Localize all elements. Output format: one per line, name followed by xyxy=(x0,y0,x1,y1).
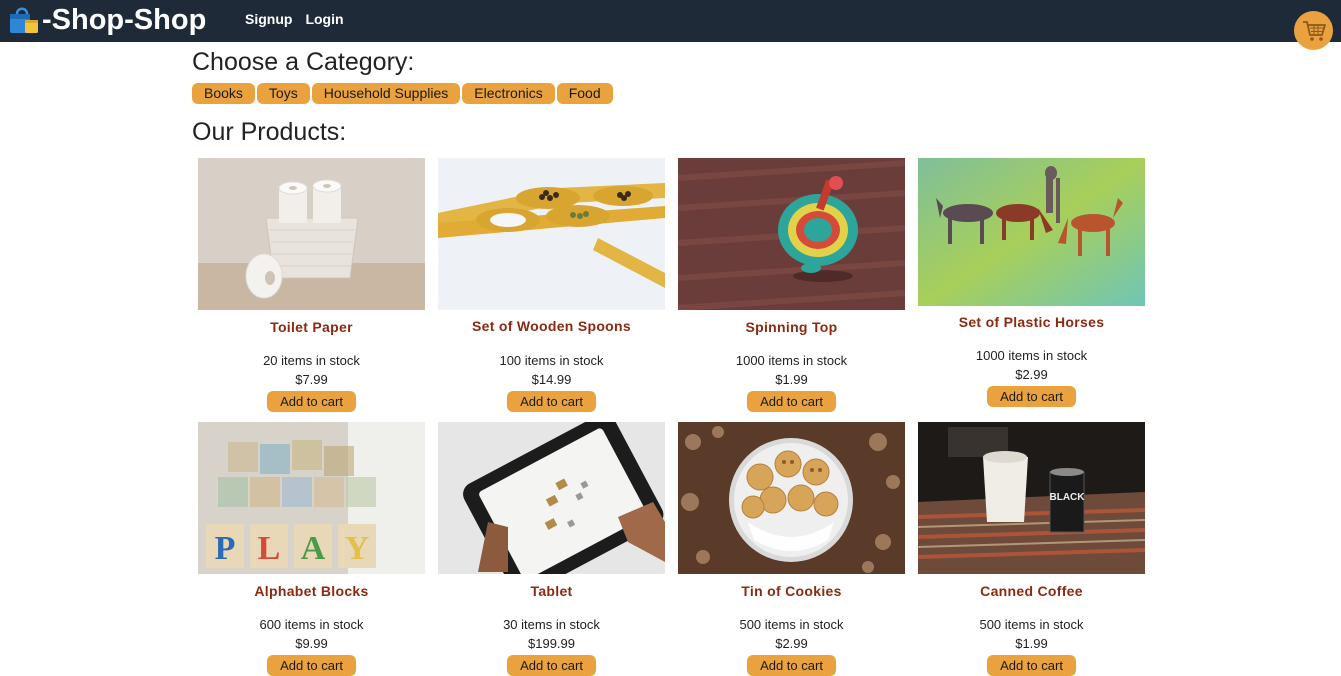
category-heading: Choose a Category: xyxy=(192,48,415,76)
product-card: Spinning Top 1000 items in stock $1.99 A… xyxy=(678,158,905,412)
navbar: -Shop-Shop Signup Login xyxy=(0,0,1341,42)
product-price: $9.99 xyxy=(295,636,328,651)
product-image-toilet-paper[interactable] xyxy=(198,158,425,310)
svg-text:L: L xyxy=(258,530,281,567)
svg-text:A: A xyxy=(301,530,326,567)
category-electronics-button[interactable]: Electronics xyxy=(462,83,555,104)
shopping-cart-icon xyxy=(1302,20,1326,41)
product-name[interactable]: Toilet Paper xyxy=(198,319,425,335)
product-name[interactable]: Tin of Cookies xyxy=(678,583,905,599)
product-card: Set of Wooden Spoons 100 items in stock … xyxy=(438,158,665,412)
product-stock: 1000 items in stock xyxy=(975,348,1088,363)
add-to-cart-button[interactable]: Add to cart xyxy=(747,655,836,676)
category-household-supplies-button[interactable]: Household Supplies xyxy=(311,83,461,104)
product-card: P L A Y Alphabet Blocks 600 items in sto… xyxy=(198,422,425,676)
product-image-canned-coffee[interactable]: BLACK xyxy=(918,422,1145,574)
main-content: Choose a Category: Books Toys Household … xyxy=(192,42,1152,676)
product-price: $1.99 xyxy=(1015,636,1048,651)
svg-text:P: P xyxy=(215,530,236,567)
add-to-cart-button[interactable]: Add to cart xyxy=(747,391,836,412)
products-heading: Our Products: xyxy=(192,118,347,146)
brand[interactable]: -Shop-Shop xyxy=(8,3,206,37)
product-stock: 30 items in stock xyxy=(503,617,600,632)
add-to-cart-button[interactable]: Add to cart xyxy=(507,391,596,412)
product-name[interactable]: Spinning Top xyxy=(678,319,905,335)
product-stock: 20 items in stock xyxy=(263,353,360,368)
product-price: $199.99 xyxy=(528,636,575,651)
svg-text:Y: Y xyxy=(345,530,370,567)
product-price: $7.99 xyxy=(295,372,328,387)
product-stock: 600 items in stock xyxy=(259,617,364,632)
product-image-spinning-top[interactable] xyxy=(678,158,905,310)
product-name[interactable]: Set of Wooden Spoons xyxy=(438,318,665,334)
shopping-bag-icon xyxy=(10,7,38,33)
nav-links: Signup Login xyxy=(245,11,344,27)
product-price: $1.99 xyxy=(775,372,808,387)
add-to-cart-button[interactable]: Add to cart xyxy=(267,655,356,676)
product-image-wooden-spoons[interactable] xyxy=(438,158,665,310)
login-link[interactable]: Login xyxy=(305,11,343,27)
product-stock: 100 items in stock xyxy=(499,353,604,368)
product-price: $2.99 xyxy=(1015,367,1048,382)
category-books-button[interactable]: Books xyxy=(192,83,255,104)
product-name[interactable]: Tablet xyxy=(438,583,665,599)
product-card: Set of Plastic Horses 1000 items in stoc… xyxy=(918,158,1145,407)
product-card: Tin of Cookies 500 items in stock $2.99 … xyxy=(678,422,905,676)
product-image-plastic-horses[interactable] xyxy=(918,158,1145,306)
product-stock: 500 items in stock xyxy=(739,617,844,632)
product-card: Tablet 30 items in stock $199.99 Add to … xyxy=(438,422,665,676)
product-card: BLACK Canned Coffee 500 items in stock $… xyxy=(918,422,1145,676)
product-stock: 500 items in stock xyxy=(979,617,1084,632)
product-card: Toilet Paper 20 items in stock $7.99 Add… xyxy=(198,158,425,412)
add-to-cart-button[interactable]: Add to cart xyxy=(507,655,596,676)
product-name[interactable]: Set of Plastic Horses xyxy=(918,314,1145,330)
signup-link[interactable]: Signup xyxy=(245,11,292,27)
add-to-cart-button[interactable]: Add to cart xyxy=(987,386,1076,407)
svg-text:BLACK: BLACK xyxy=(1050,492,1086,503)
product-image-tin-of-cookies[interactable] xyxy=(678,422,905,574)
product-image-alphabet-blocks[interactable]: P L A Y xyxy=(198,422,425,574)
product-name[interactable]: Alphabet Blocks xyxy=(198,583,425,599)
product-name[interactable]: Canned Coffee xyxy=(918,583,1145,599)
add-to-cart-button[interactable]: Add to cart xyxy=(267,391,356,412)
product-image-tablet[interactable] xyxy=(438,422,665,574)
brand-title: -Shop-Shop xyxy=(42,3,207,36)
category-list: Books Toys Household Supplies Electronic… xyxy=(192,83,1152,104)
cart-button[interactable] xyxy=(1294,11,1333,50)
add-to-cart-button[interactable]: Add to cart xyxy=(987,655,1076,676)
product-price: $14.99 xyxy=(531,372,572,387)
category-food-button[interactable]: Food xyxy=(556,83,613,104)
category-toys-button[interactable]: Toys xyxy=(256,83,310,104)
product-stock: 1000 items in stock xyxy=(735,353,848,368)
product-price: $2.99 xyxy=(775,636,808,651)
